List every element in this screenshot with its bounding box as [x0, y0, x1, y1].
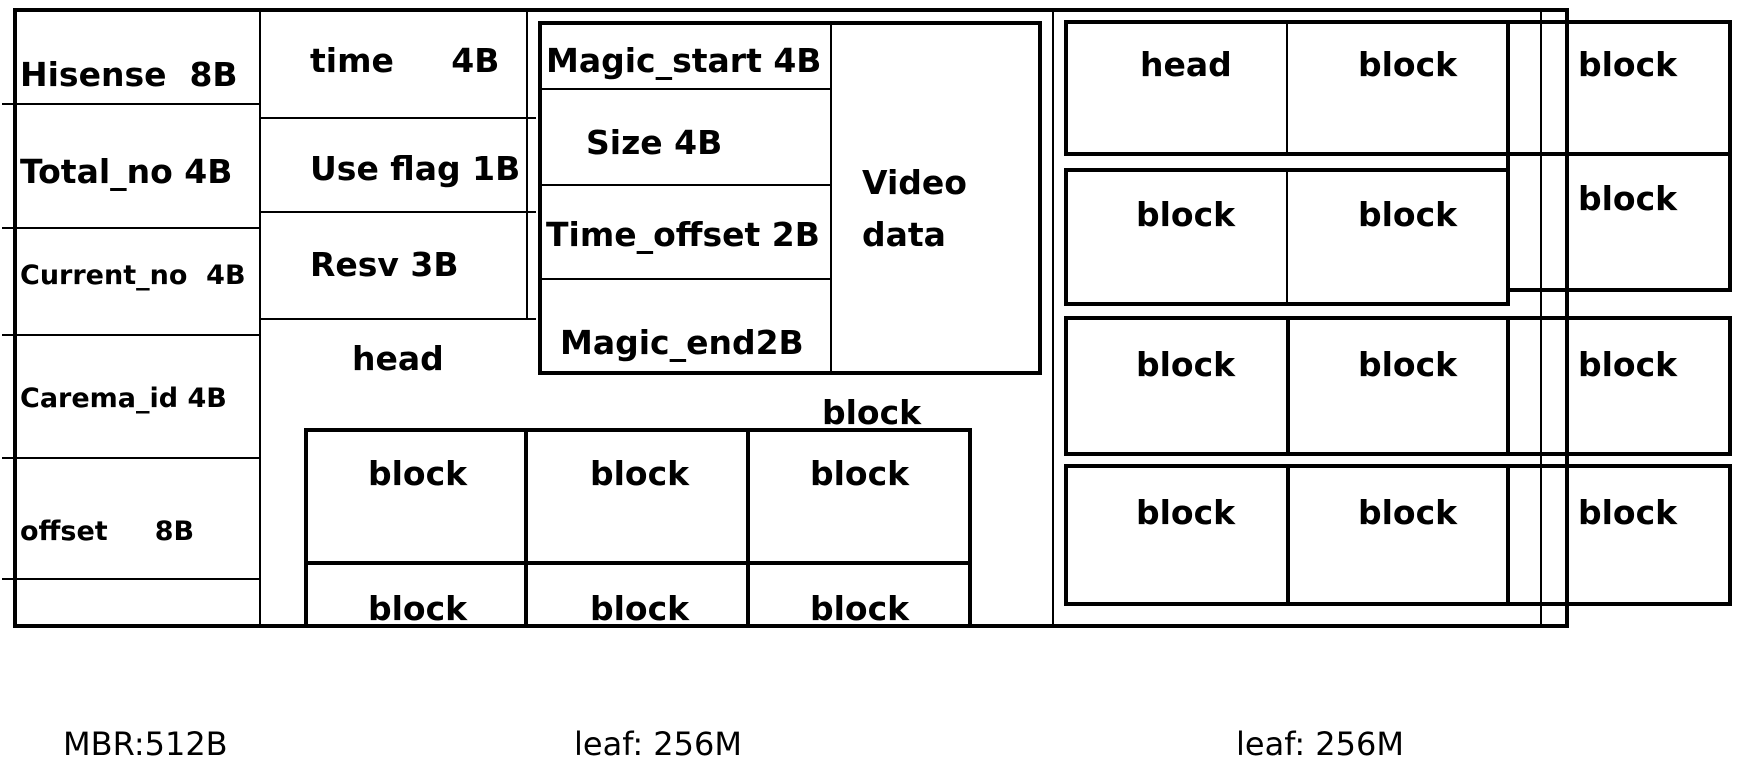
leaf1-detail-magic-end: Magic_end2B: [560, 323, 804, 362]
leaf1-block: block: [368, 589, 468, 628]
leaf2-block: block: [1578, 45, 1678, 84]
leaf2-block: block: [1358, 45, 1458, 84]
leaf1-grid-col-divider-2: [746, 428, 750, 628]
leaf1-head-divider-2: [260, 211, 536, 213]
leaf1-block: block: [810, 589, 910, 628]
leaf1-detail-divider-2: [542, 184, 832, 186]
leaf2-row-4-col-1: [1286, 464, 1290, 606]
leaf1-grid-row-divider: [304, 561, 972, 565]
leaf2-row-3-col-2: [1506, 316, 1510, 456]
leaf1-detail-video-line1: Video: [862, 163, 967, 202]
leaf-separator: [1052, 12, 1054, 624]
leaf1-detail-divider-1: [542, 88, 832, 90]
leaf2-block: block: [1578, 179, 1678, 218]
mbr-caption: MBR:512B: [63, 725, 228, 763]
leaf1-block-detail-divider: [830, 25, 832, 371]
leaf2-row-2-right: [1506, 152, 1732, 292]
leaf1-field-use-flag: Use flag 1B: [310, 149, 521, 188]
leaf1-block: block: [590, 454, 690, 493]
mbr-field-hisense: Hisense 8B: [20, 55, 238, 94]
leaf2-block: block: [1358, 345, 1458, 384]
leaf1-field-resv: Resv 3B: [310, 245, 459, 284]
leaf2-head: head: [1140, 45, 1232, 84]
leaf2-block: block: [1578, 345, 1678, 384]
leaf2-block: block: [1136, 345, 1236, 384]
leaf1-field-time: time 4B: [310, 41, 500, 80]
leaf2-block: block: [1578, 493, 1678, 532]
leaf1-head-divider-3: [260, 318, 536, 320]
leaf2-row-4: [1064, 464, 1732, 606]
mbr-divider-2: [2, 227, 260, 229]
leaf2-block: block: [1136, 493, 1236, 532]
leaf2-row-3-col-1: [1286, 316, 1290, 456]
leaf2-row-1-col-2: [1506, 20, 1510, 156]
leaf2-row-2-col-1: [1286, 168, 1288, 306]
leaf1-block: block: [810, 454, 910, 493]
leaf1-head-divider-1: [260, 117, 536, 119]
leaf2-block: block: [1136, 195, 1236, 234]
leaf1-caption: leaf: 256M: [574, 725, 742, 763]
mbr-divider-3: [2, 334, 260, 336]
leaf1-block: block: [368, 454, 468, 493]
leaf2-block: block: [1358, 493, 1458, 532]
mbr-divider-5: [2, 578, 260, 580]
leaf1-grid-col-divider-1: [524, 428, 528, 628]
leaf2-row-4-col-2: [1506, 464, 1510, 606]
leaf1-head-fields-right: [526, 12, 528, 320]
leaf1-detail-video-line2: data: [862, 215, 946, 254]
mbr-divider-4: [2, 457, 260, 459]
leaf1-detail-time-offset: Time_offset 2B: [546, 215, 820, 254]
leaf1-head-label: head: [352, 339, 444, 378]
leaf1-detail-divider-3: [542, 278, 832, 280]
mbr-field-current-no: Current_no 4B: [20, 260, 246, 291]
leaf2-row-3: [1064, 316, 1732, 456]
leaf1-detail-size: Size 4B: [586, 123, 723, 162]
leaf2-caption: leaf: 256M: [1236, 725, 1404, 763]
leaf1-detail-magic-start: Magic_start 4B: [546, 41, 822, 80]
leaf1-block: block: [590, 589, 690, 628]
mbr-field-camera-id: Carema_id 4B: [20, 383, 227, 414]
leaf2-row-1-col-1: [1286, 20, 1288, 156]
leaf2-block: block: [1358, 195, 1458, 234]
mbr-divider-1: [2, 103, 260, 105]
leaf2-row-1: [1064, 20, 1732, 156]
leaf1-detail-block-label: block: [822, 393, 922, 432]
mbr-field-offset: offset 8B: [20, 516, 195, 547]
mbr-field-total-no: Total_no 4B: [20, 152, 233, 191]
